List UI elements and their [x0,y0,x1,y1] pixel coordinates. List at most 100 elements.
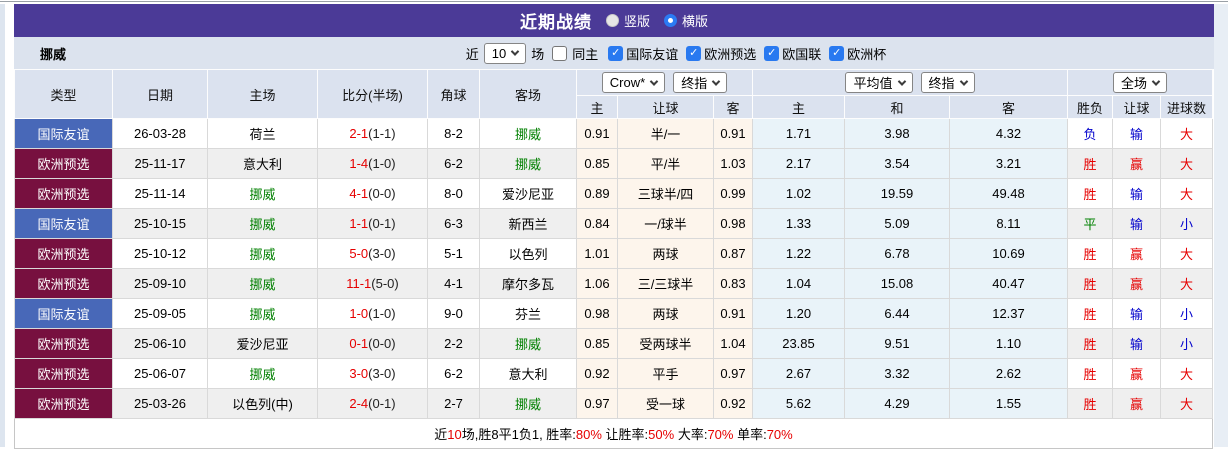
average-final-select[interactable]: 终指 [920,72,975,93]
league-filter-label: 欧国联 [782,46,822,62]
result-handicap: 赢 [1112,388,1161,419]
average-select[interactable]: 平均值 [845,72,913,93]
result-goals: 小 [1159,298,1214,329]
avg-draw: 15.08 [844,268,950,299]
home-team: 挪威 [207,298,318,329]
result-win-loss: 胜 [1067,388,1113,419]
col-header-avg-home: 主 [752,95,845,119]
summary-segment: 80% [575,427,602,442]
fulltime-score: 3-0 [349,366,369,381]
chevron-down-icon [897,76,906,86]
odds-away: 1.04 [713,328,753,359]
table-row: 欧洲预选 25-11-14 挪威 4-1(0-0) 8-0 爱沙尼亚 0.89 三球半/四 0.… [14,178,1214,209]
avg-away: 3.21 [949,148,1068,179]
average-select-value: 平均值 [853,76,893,91]
avg-home: 5.62 [752,388,845,419]
radio-unchecked-icon[interactable] [605,14,619,27]
chevron-down-icon [649,76,659,86]
odds-home: 0.98 [576,298,618,329]
results-table: 类型 日期 主场 比分(半场) 角球 客场 Crow* 终指 平均值 终指 全场… [13,69,1214,449]
filter-bar: 挪威 近 10 场 同主 ✓ 国际友谊 ✓ 欧洲预选 ✓ 欧国联 ✓ 欧洲杯 [14,37,1214,69]
table-row: 国际友谊 25-09-05 挪威 1-0(1-0) 9-0 芬兰 0.98 两球 0.91 1.2… [14,298,1214,329]
scope-select[interactable]: 全场 [1113,72,1168,93]
col-header-date: 日期 [112,69,208,119]
halftime-score: (0-1) [368,216,396,231]
bookmaker-final-value: 终指 [681,76,708,91]
halftime-score: (0-0) [368,336,396,351]
avg-away: 2.62 [949,358,1068,389]
odds-home: 0.91 [576,118,618,149]
layout-vertical-radio[interactable]: 竖版 [605,11,650,30]
result-goals: 小 [1159,328,1214,359]
summary-segment: 70% [707,427,734,442]
bookmaker-final-select[interactable]: 终指 [673,72,728,93]
handicap-line: 平手 [617,358,714,389]
table-row: 欧洲预选 25-06-07 挪威 3-0(3-0) 6-2 意大利 0.92 平手 0.97 2.… [14,358,1214,389]
checkbox-checked-icon[interactable]: ✓ [686,45,702,61]
result-goals: 大 [1159,118,1214,149]
same-home-checkbox[interactable] [552,45,568,61]
match-date: 25-10-12 [112,238,208,269]
home-team: 挪威 [207,178,318,209]
halftime-score: (1-1) [368,126,396,141]
result-handicap: 输 [1112,298,1161,329]
result-handicap: 输 [1112,328,1161,359]
score-cell: 1-0(1-0) [317,298,428,329]
result-win-loss: 胜 [1067,328,1113,359]
radio-checked-icon[interactable] [664,14,677,27]
league-filter-3[interactable]: ✓ 欧洲杯 [829,44,886,63]
away-team: 以色列 [479,238,577,269]
league-filter-2[interactable]: ✓ 欧国联 [764,44,821,63]
score-cell: 1-4(1-0) [317,148,428,179]
match-count-select[interactable]: 10 [483,42,527,64]
average-final-value: 终指 [928,76,955,91]
fulltime-score: 4-1 [349,186,369,201]
type-badge: 欧洲预选 [14,268,113,299]
avg-draw: 6.44 [844,298,950,329]
halftime-score: (5-0) [371,276,399,291]
score-cell: 4-1(0-0) [317,178,428,209]
league-filter-0[interactable]: ✓ 国际友谊 [608,44,678,63]
away-team: 摩尔多瓦 [479,268,577,299]
fulltime-score: 1-4 [349,156,369,171]
corner-score: 8-0 [427,178,480,209]
halftime-score: (3-0) [368,246,396,261]
match-date: 25-11-14 [112,178,208,209]
handicap-line: 三/三球半 [617,268,714,299]
odds-away: 0.91 [713,118,753,149]
avg-away: 10.69 [949,238,1068,269]
match-date: 25-10-15 [112,208,208,239]
col-header-odds-away: 客 [713,95,753,119]
result-goals: 大 [1159,388,1214,419]
fulltime-score: 11-1 [346,276,372,291]
bookmaker-select[interactable]: Crow* [601,72,666,93]
result-handicap: 赢 [1112,268,1161,299]
match-date: 26-03-28 [112,118,208,149]
score-cell: 2-4(0-1) [317,388,428,419]
col-header-away: 客场 [479,69,577,119]
odds-away: 0.92 [713,388,753,419]
avg-draw: 3.54 [844,148,950,179]
avg-draw: 9.51 [844,328,950,359]
type-badge: 欧洲预选 [14,238,113,269]
avg-home: 1.71 [752,118,845,149]
result-goals: 大 [1159,178,1214,209]
result-win-loss: 平 [1067,208,1113,239]
layout-horizontal-radio[interactable]: 横版 [664,11,708,30]
league-filter-1[interactable]: ✓ 欧洲预选 [686,44,756,63]
result-win-loss: 胜 [1067,298,1113,329]
halftime-score: (0-1) [368,396,396,411]
filter-controls: 近 10 场 同主 ✓ 国际友谊 ✓ 欧洲预选 ✓ 欧国联 ✓ 欧洲杯 [465,42,886,64]
near-label: 近 [465,46,479,62]
summary-segment: 近 [434,427,448,442]
avg-home: 1.04 [752,268,845,299]
avg-away: 49.48 [949,178,1068,209]
avg-draw: 3.98 [844,118,950,149]
checkbox-checked-icon[interactable]: ✓ [829,45,845,61]
summary-segment: 大率: [674,427,708,442]
checkbox-checked-icon[interactable]: ✓ [608,45,624,61]
summary-segment: 10 [447,427,462,442]
col-header-goals: 进球数 [1159,95,1214,119]
checkbox-checked-icon[interactable]: ✓ [764,45,780,61]
result-win-loss: 胜 [1067,268,1113,299]
